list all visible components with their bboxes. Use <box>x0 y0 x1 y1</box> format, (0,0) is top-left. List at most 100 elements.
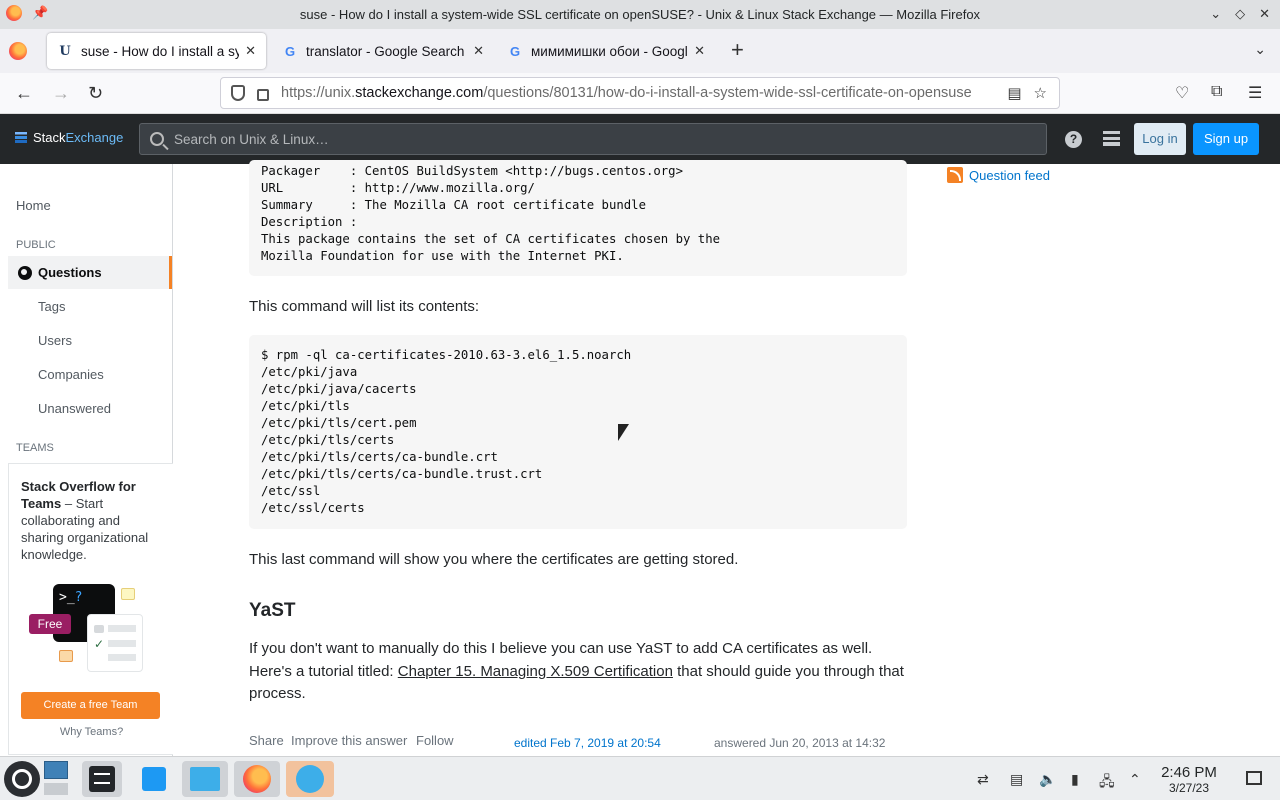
login-button[interactable]: Log in <box>1134 123 1186 155</box>
nav-unanswered[interactable]: Unanswered <box>38 401 111 416</box>
code-block-package-info: Packager : CentOS BuildSystem <http://bu… <box>249 160 907 276</box>
share-link[interactable]: Share <box>249 733 284 748</box>
clipboard-icon[interactable]: ▤ <box>1010 771 1023 788</box>
pocket-icon[interactable]: ♡ <box>1175 83 1189 103</box>
site-search[interactable] <box>139 123 1047 155</box>
teams-promo: Stack Overflow for Teams – Start collabo… <box>8 463 173 755</box>
tab-title: translator - Google Search <box>306 43 465 59</box>
rss-icon <box>947 167 963 183</box>
clock-time: 2:46 PM <box>1161 764 1217 781</box>
unix-se-favicon-icon: U <box>59 43 71 59</box>
system-settings-taskbar-icon[interactable] <box>82 761 122 797</box>
tab-mimimishki[interactable]: G мимимишки обои - Google Search ✕ <box>497 33 715 69</box>
app-launcher-icon[interactable] <box>4 761 40 797</box>
close-tab-icon[interactable]: ✕ <box>473 43 484 59</box>
reload-button[interactable]: ↻ <box>88 83 103 103</box>
answer-paragraph: This last command will show you where th… <box>249 551 739 568</box>
tab-strip: U suse - How do I install a system-wide … <box>0 29 1280 73</box>
nav-companies[interactable]: Companies <box>38 367 104 382</box>
close-tab-icon[interactable]: ✕ <box>694 43 705 59</box>
battery-icon[interactable]: ▮ <box>1071 771 1079 788</box>
pin-icon[interactable]: 📌 <box>32 5 48 21</box>
free-badge: Free <box>29 614 71 634</box>
tab-translator[interactable]: G translator - Google Search ✕ <box>272 33 494 69</box>
answer-paragraph-yast: If you don't want to manually do this I … <box>249 638 909 706</box>
tab-title: suse - How do I install a system-wide SS… <box>81 43 240 59</box>
clock-date: 3/27/23 <box>1168 781 1210 795</box>
menu-hamburger-icon[interactable]: ☰ <box>1248 83 1262 103</box>
close-window-icon[interactable]: ✕ <box>1259 6 1270 22</box>
forward-button[interactable]: → <box>52 83 70 103</box>
se-topbar: Stack Exchange <box>0 114 1280 164</box>
tab-unix-stackexchange[interactable]: U suse - How do I install a system-wide … <box>47 33 266 69</box>
answered-timestamp: answered Jun 20, 2013 at 14:32 <box>714 736 886 750</box>
extensions-icon[interactable]: ⧉ <box>1211 83 1222 101</box>
left-sidebar: Home PUBLIC Questions Tags Users Compani… <box>0 164 173 756</box>
nav-heading-teams: TEAMS <box>16 442 54 454</box>
window-titlebar: 📌 suse - How do I install a system-wide … <box>0 0 1280 29</box>
url-text[interactable]: https://unix.stackexchange.com/questions… <box>281 85 1007 101</box>
logo-text-stack: Stack <box>33 130 66 145</box>
taskbar: ⇄ ▤ 🔈 ▮ 🖧 ⌃ 2:46 PM 3/27/23 <box>0 756 1280 800</box>
google-favicon-icon: G <box>284 43 296 59</box>
maximize-icon[interactable]: ◇ <box>1235 6 1245 22</box>
address-bar[interactable]: https://unix.stackexchange.com/questions… <box>220 77 1060 109</box>
clock[interactable]: 2:46 PM 3/27/23 <box>1158 764 1220 795</box>
url-path: /questions/80131/how-do-i-install-a-syst… <box>483 85 972 101</box>
nav-tags[interactable]: Tags <box>38 299 65 314</box>
tracking-shield-icon[interactable] <box>231 85 245 101</box>
signup-button[interactable]: Sign up <box>1193 123 1259 155</box>
dolphin-files-icon[interactable] <box>182 761 228 797</box>
code-block-rpm-list: $ rpm -ql ca-certificates-2010.63-3.el6_… <box>249 335 907 529</box>
discover-store-icon[interactable] <box>136 761 172 797</box>
teams-promo-text: Stack Overflow for Teams – Start collabo… <box>21 478 161 563</box>
follow-link[interactable]: Follow <box>416 733 454 748</box>
window-title: suse - How do I install a system-wide SS… <box>299 7 981 22</box>
close-tab-icon[interactable]: ✕ <box>245 43 256 59</box>
url-prefix: https://unix. <box>281 85 356 101</box>
list-tabs-chevron-icon[interactable]: ⌄ <box>1254 41 1266 58</box>
stackexchange-logo[interactable]: Stack Exchange <box>15 130 123 145</box>
teams-illustration: >_? ✓ Free <box>27 580 147 672</box>
why-teams-link[interactable]: Why Teams? <box>9 726 174 738</box>
nav-users[interactable]: Users <box>38 333 72 348</box>
edited-timestamp-link[interactable]: edited Feb 7, 2019 at 20:54 <box>514 736 661 750</box>
search-icon <box>150 132 164 146</box>
question-feed-link[interactable]: Question feed <box>947 167 1050 183</box>
show-desktop-icon[interactable] <box>1246 771 1262 785</box>
firefox-taskbar-icon[interactable] <box>234 761 280 797</box>
nav-questions[interactable]: Questions <box>8 256 172 289</box>
globe-icon <box>18 265 32 280</box>
bookmark-star-icon[interactable]: ☆ <box>1034 84 1047 102</box>
speech-bubble-icon <box>121 588 135 600</box>
url-domain: stackexchange.com <box>355 85 484 101</box>
back-button[interactable]: ← <box>15 83 33 103</box>
speech-bubble-icon <box>59 650 73 662</box>
minimize-icon[interactable]: ⌄ <box>1210 6 1221 22</box>
tab-title: мимимишки обои - Google Search <box>531 43 688 59</box>
nav-home[interactable]: Home <box>16 198 51 213</box>
question-feed-label: Question feed <box>969 167 1050 183</box>
answer-paragraph: This command will list its contents: <box>249 298 480 315</box>
firefox-view-icon[interactable] <box>9 42 27 60</box>
stackexchange-mark-icon <box>15 132 27 143</box>
chapter-15-link[interactable]: Chapter 15. Managing X.509 Certification <box>398 663 673 680</box>
app-taskbar-icon[interactable] <box>286 761 334 797</box>
search-input[interactable] <box>174 131 1024 147</box>
reader-view-icon[interactable]: ▤ <box>1007 84 1021 102</box>
volume-icon[interactable]: 🔈 <box>1039 771 1056 788</box>
improve-answer-link[interactable]: Improve this answer <box>291 733 407 748</box>
site-switcher-icon[interactable] <box>1103 131 1120 146</box>
network-icon[interactable]: 🖧 <box>1099 771 1115 795</box>
new-tab-button[interactable]: + <box>731 39 744 61</box>
kde-connect-icon[interactable]: ⇄ <box>977 771 989 788</box>
lock-icon[interactable] <box>257 89 269 101</box>
google-favicon-icon: G <box>509 43 521 59</box>
tray-expand-icon[interactable]: ⌃ <box>1129 771 1141 788</box>
nav-questions-label: Questions <box>38 265 102 280</box>
firefox-icon <box>6 5 22 21</box>
pager-desktops-icon[interactable] <box>42 761 70 797</box>
help-icon[interactable]: ? <box>1065 131 1082 148</box>
create-free-team-button[interactable]: Create a free Team <box>21 692 160 719</box>
logo-text-exchange: Exchange <box>65 130 124 145</box>
